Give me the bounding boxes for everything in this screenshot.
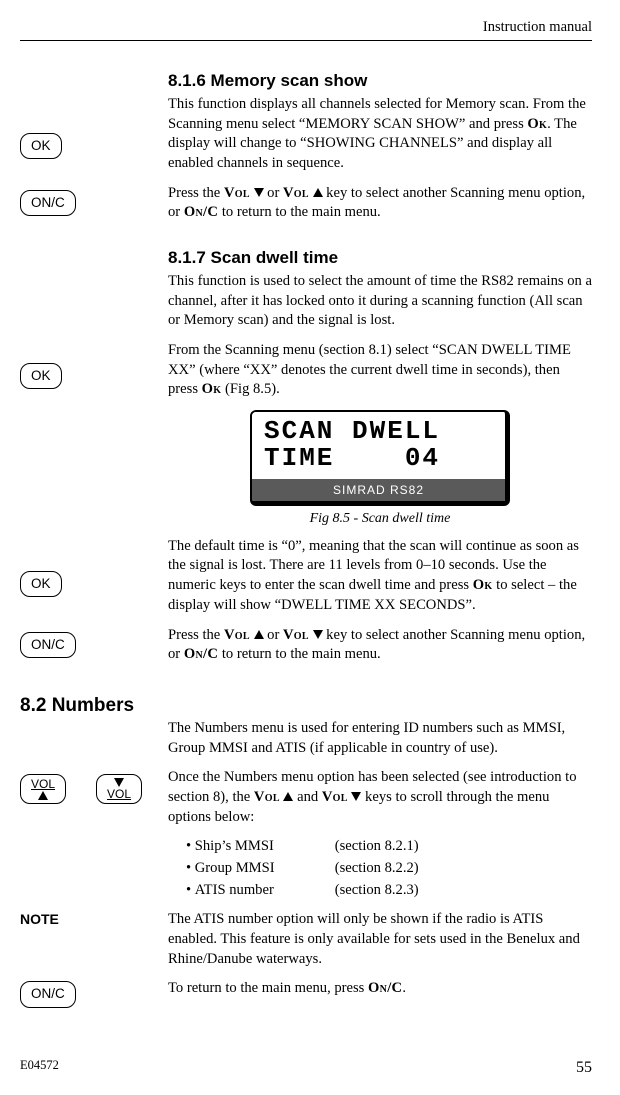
numbers-menu-list: • Ship’s MMSI(section 8.2.1) • Group MMS…: [168, 837, 592, 900]
vol-inline: Vol: [254, 789, 280, 805]
item-name: Group MMSI: [195, 859, 335, 879]
list-item: • Ship’s MMSI(section 8.2.1): [186, 837, 592, 857]
text: Press the: [168, 185, 224, 201]
ok-inline: Ok: [202, 381, 222, 397]
list-item: • ATIS number(section 8.2.3): [186, 881, 592, 901]
vol-down-button-icon: VOL: [96, 774, 142, 804]
header-rule: [20, 40, 592, 41]
page-content: 8.1.6 Memory scan show OK This function …: [0, 56, 620, 1045]
ok-button-icon: OK: [20, 133, 62, 159]
text: or: [264, 185, 283, 201]
text: Press the: [168, 627, 224, 643]
vol-inline: Vol: [224, 185, 250, 201]
triangle-down-icon: [114, 778, 124, 787]
vol-inline: Vol: [224, 627, 250, 643]
triangle-up-icon: [254, 630, 264, 639]
figure-caption: Fig 8.5 - Scan dwell time: [168, 510, 592, 529]
onc-inline: On/C: [368, 980, 402, 996]
vol-inline: Vol: [283, 185, 309, 201]
s82-p2: Once the Numbers menu option has been se…: [168, 768, 592, 827]
vol-inline: Vol: [283, 627, 309, 643]
item-ref: (section 8.2.1): [335, 838, 419, 854]
triangle-down-icon: [254, 188, 264, 197]
item-name: ATIS number: [195, 881, 335, 901]
s82-p1: The Numbers menu is used for entering ID…: [168, 719, 592, 758]
onc-button-icon: ON/C: [20, 632, 76, 658]
page-number: 55: [576, 1057, 592, 1079]
heading-817: 8.1.7 Scan dwell time: [168, 247, 592, 270]
lcd-figure: SCAN DWELL TIME 04 SIMRAD RS82: [250, 410, 510, 506]
s817-p4: Press the Vol or Vol key to select anoth…: [168, 626, 592, 665]
ok-inline: Ok: [473, 577, 493, 593]
s816-p2: Press the Vol or Vol key to select anoth…: [168, 184, 592, 223]
text: .: [402, 980, 406, 996]
ok-button-icon: OK: [20, 571, 62, 597]
text: (Fig 8.5).: [221, 381, 279, 397]
triangle-up-icon: [313, 188, 323, 197]
lcd-line-1: SCAN DWELL: [264, 418, 493, 445]
text: and: [293, 789, 321, 805]
item-name: Ship’s MMSI: [195, 837, 335, 857]
text: To return to the main menu, press: [168, 980, 368, 996]
lcd-line-2: TIME 04: [264, 445, 493, 472]
onc-inline: On/C: [184, 204, 218, 220]
item-ref: (section 8.2.2): [335, 860, 419, 876]
heading-82: 8.2 Numbers: [20, 693, 134, 719]
s82-p3: To return to the main menu, press On/C.: [168, 979, 592, 999]
page-footer: E04572 55: [20, 1057, 592, 1079]
note-label: NOTE: [20, 911, 59, 927]
vol-inline: Vol: [322, 789, 348, 805]
s817-p2: From the Scanning menu (section 8.1) sel…: [168, 341, 592, 400]
s817-p1: This function is used to select the amou…: [168, 272, 592, 331]
vol-label: VOL: [107, 788, 131, 800]
s816-p1: This function displays all channels sele…: [168, 95, 592, 174]
ok-inline: Ok: [527, 116, 547, 132]
triangle-down-icon: [351, 792, 361, 801]
lcd-model-label: SIMRAD RS82: [252, 479, 505, 501]
vol-up-button-icon: VOL: [20, 774, 66, 804]
triangle-down-icon: [313, 630, 323, 639]
page-header: Instruction manual: [483, 18, 592, 38]
onc-button-icon: ON/C: [20, 190, 76, 216]
vol-label: VOL: [31, 778, 55, 790]
text: This function displays all channels sele…: [168, 96, 586, 132]
doc-number: E04572: [20, 1057, 59, 1079]
onc-inline: On/C: [184, 646, 218, 662]
s82-note: The ATIS number option will only be show…: [168, 910, 592, 969]
list-item: • Group MMSI(section 8.2.2): [186, 859, 592, 879]
ok-button-icon: OK: [20, 363, 62, 389]
text: to return to the main menu.: [218, 646, 381, 662]
triangle-up-icon: [283, 792, 293, 801]
heading-816: 8.1.6 Memory scan show: [168, 70, 592, 93]
s817-p3: The default time is “0”, meaning that th…: [168, 537, 592, 616]
triangle-up-icon: [38, 791, 48, 800]
onc-button-icon: ON/C: [20, 981, 76, 1007]
item-ref: (section 8.2.3): [335, 882, 419, 898]
text: or: [264, 627, 283, 643]
text: to return to the main menu.: [218, 204, 381, 220]
